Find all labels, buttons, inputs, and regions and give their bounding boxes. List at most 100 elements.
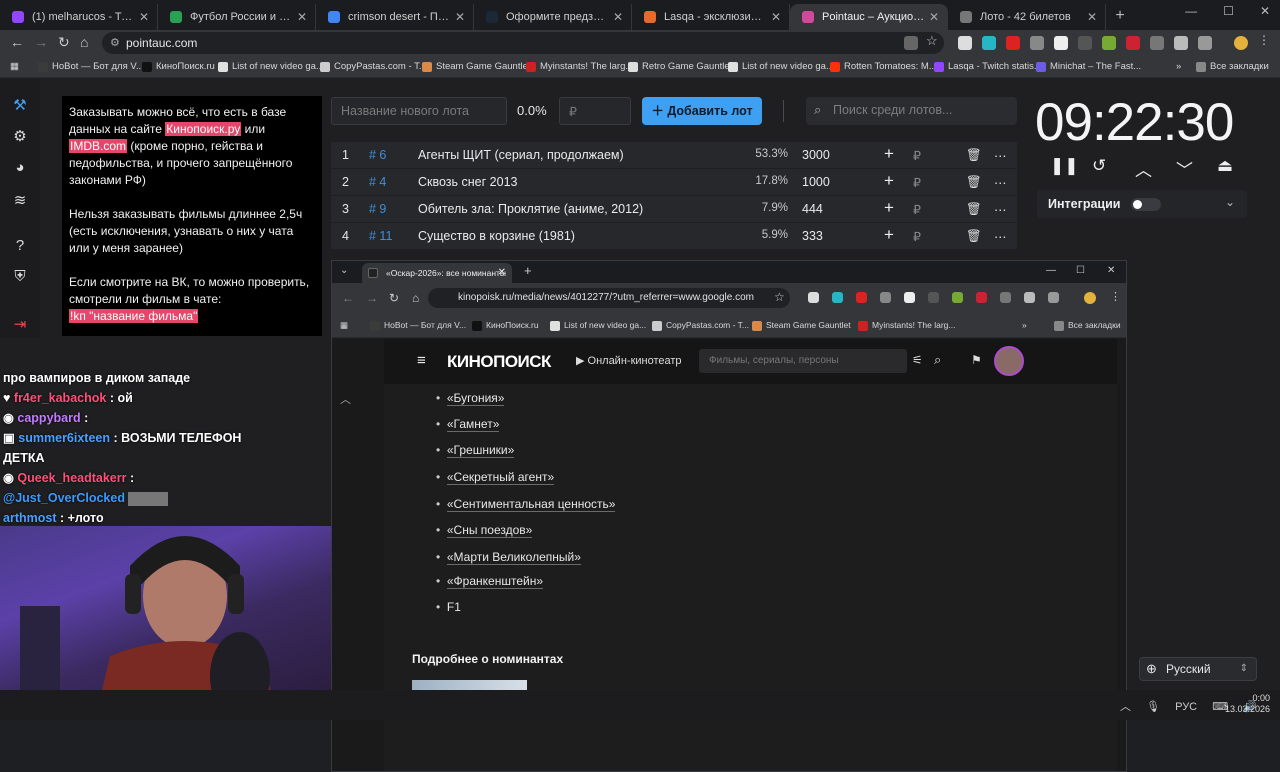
logout-icon[interactable]: ⇥ — [10, 315, 30, 335]
extension-icon[interactable] — [1174, 36, 1188, 50]
extension-icon[interactable] — [1000, 292, 1011, 303]
lot-amount[interactable]: 333 — [802, 229, 823, 243]
extension-icon[interactable] — [1054, 36, 1068, 50]
bookmark-star-icon[interactable]: ☆ — [774, 290, 785, 304]
lot-name[interactable]: Существо в корзине (1981) — [418, 229, 575, 243]
extension-icon[interactable] — [808, 292, 819, 303]
extension-icon[interactable] — [958, 36, 972, 50]
chevron-down-icon[interactable]: ﹀ — [1176, 156, 1193, 181]
trash-icon[interactable]: 🗑 — [966, 148, 982, 163]
extensions-puzzle-icon[interactable] — [1048, 292, 1059, 303]
browser-tab[interactable]: (1) melharucos - Twitch ✕ — [0, 4, 158, 30]
reload-icon[interactable]: ↻ — [58, 34, 70, 51]
mic-icon[interactable]: 🎙 — [1146, 701, 1160, 713]
back-icon[interactable]: ← — [10, 34, 24, 50]
extension-icon[interactable] — [928, 292, 939, 303]
hamburger-icon[interactable]: ≡ — [417, 352, 426, 369]
bookmark-item[interactable]: КиноПоиск.ru — [472, 320, 539, 331]
bookmark-item[interactable]: Lasqa - Twitch statis... — [934, 61, 1042, 72]
nominee-link[interactable]: «Секретный агент» — [446, 470, 555, 485]
settings-icon[interactable]: ⚙ — [10, 127, 30, 147]
extension-icon[interactable] — [1102, 36, 1116, 50]
back-icon[interactable]: ← — [342, 291, 354, 305]
trash-icon[interactable]: 🗑 — [966, 229, 982, 244]
add-amount-icon[interactable]: + — [884, 144, 894, 164]
layers-icon[interactable]: ≋ — [10, 191, 30, 211]
apps-icon[interactable]: ▦ — [10, 61, 19, 72]
extension-icon[interactable] — [1030, 36, 1044, 50]
trash-icon[interactable]: 🗑 — [966, 202, 982, 217]
close-tab-icon[interactable]: ✕ — [1087, 4, 1097, 30]
add-lot-button[interactable]: ＋ Добавить лот — [642, 97, 762, 125]
nominee-link[interactable]: «Гамнет» — [446, 417, 500, 432]
lot-id[interactable]: # 11 — [369, 229, 392, 243]
browser-tab[interactable]: Лото - 42 билетов ✕ — [948, 4, 1106, 30]
extension-icon[interactable] — [904, 292, 915, 303]
browser-tab[interactable]: Lasqa - эксклюзивный контен✕ — [632, 4, 790, 30]
bookmark-item[interactable]: Steam Game Gauntlet — [752, 320, 851, 331]
bookmark-item[interactable]: Myinstants! The larg... — [526, 61, 633, 72]
forward-icon[interactable]: → — [366, 291, 378, 305]
home-icon[interactable]: ⌂ — [80, 34, 88, 50]
close-tab-icon[interactable]: ✕ — [613, 4, 623, 30]
all-bookmarks[interactable]: Все закладки — [1054, 320, 1121, 331]
extension-icon[interactable] — [1078, 36, 1092, 50]
close-tab-icon[interactable]: ✕ — [455, 4, 465, 30]
close-icon[interactable]: ✕ — [1260, 4, 1270, 18]
ruble-input[interactable]: ₽ — [913, 202, 921, 217]
extension-icon[interactable] — [880, 292, 891, 303]
lot-row[interactable]: 1 # 6 Агенты ЩИТ (сериал, продолжаем) 53.3%… — [331, 142, 1017, 169]
minimize-icon[interactable]: — — [1046, 265, 1056, 276]
inner-address-bar[interactable]: kinopoisk.ru/media/news/4012277/?utm_ref… — [428, 288, 790, 308]
nominee-link[interactable]: «Бугония» — [446, 391, 505, 406]
integrations-toggle[interactable] — [1131, 198, 1161, 211]
browser-tab[interactable]: crimson desert - Поиск в Goo✕ — [316, 4, 474, 30]
lot-row[interactable]: 3 # 9 Обитель зла: Проклятие (аниме, 2012)… — [331, 196, 1017, 223]
extension-icon[interactable] — [1024, 292, 1035, 303]
pause-icon[interactable]: ❚❚ — [1050, 156, 1079, 176]
filter-icon[interactable]: ⚟ — [912, 353, 923, 367]
more-icon[interactable]: ⋯ — [994, 148, 1007, 163]
lot-name[interactable]: Обитель зла: Проклятие (аниме, 2012) — [418, 202, 643, 216]
shield-icon[interactable]: ⛨ — [10, 268, 30, 288]
extension-icon[interactable] — [1150, 36, 1164, 50]
address-bar[interactable]: ⚙ pointauc.com — [102, 32, 944, 54]
apps-icon[interactable]: ▦ — [340, 320, 348, 331]
all-bookmarks[interactable]: Все закладки — [1196, 61, 1269, 72]
nominee-link[interactable]: «Марти Великолепный» — [446, 550, 581, 565]
maximize-icon[interactable]: ☐ — [1223, 4, 1234, 18]
more-bookmarks-icon[interactable]: » — [1022, 320, 1027, 330]
lot-row[interactable]: 4 # 11 Существо в корзине (1981) 5.9% 333 + ₽ 🗑… — [331, 223, 1017, 250]
reset-icon[interactable]: ↺ — [1092, 156, 1106, 176]
close-tab-icon[interactable]: ✕ — [929, 4, 939, 30]
profile-avatar[interactable] — [1084, 292, 1096, 304]
close-icon[interactable]: ✕ — [1107, 265, 1115, 276]
close-tab-icon[interactable]: ✕ — [139, 4, 149, 30]
close-tab-icon[interactable]: ✕ — [297, 4, 307, 30]
maximize-icon[interactable]: ☐ — [1076, 265, 1085, 276]
ruble-input[interactable]: ₽ — [913, 229, 921, 244]
chevron-up-icon[interactable]: ︿ — [1135, 156, 1152, 181]
profile-avatar[interactable] — [1234, 36, 1248, 50]
add-amount-icon[interactable]: + — [884, 171, 894, 191]
add-amount-icon[interactable]: + — [884, 198, 894, 218]
ruble-input[interactable]: ₽ — [913, 148, 921, 163]
bookmark-item[interactable]: HoBot — Бот для V... — [370, 320, 466, 331]
bookmark-item[interactable]: Myinstants! The larg... — [858, 320, 955, 331]
kinopoisk-search-input[interactable]: Фильмы, сериалы, персоны — [699, 349, 907, 373]
nominee-link[interactable]: F1 — [447, 600, 461, 614]
browser-tab[interactable]: Оформите предзаказ на Crim✕ — [474, 4, 632, 30]
lot-row[interactable]: 2 # 4 Сквозь снег 2013 17.8% 1000 + ₽ 🗑 ⋯ — [331, 169, 1017, 196]
nominee-link[interactable]: «Грешники» — [446, 443, 515, 458]
extension-icon[interactable] — [1006, 36, 1020, 50]
lot-amount[interactable]: 3000 — [802, 148, 830, 162]
bookmark-item[interactable]: List of new video ga... — [218, 61, 324, 72]
chevron-up-icon[interactable]: ︿ — [1120, 701, 1131, 713]
browser-tab[interactable]: Футбол России и мира 2026 -✕ — [158, 4, 316, 30]
lot-name[interactable]: Агенты ЩИТ (сериал, продолжаем) — [418, 148, 624, 162]
close-tab-icon[interactable]: ✕ — [498, 263, 506, 283]
kinopoisk-link[interactable]: Кинопоиск.ру — [165, 122, 242, 136]
extension-icon[interactable] — [1126, 36, 1140, 50]
integrations-panel[interactable]: Интеграции ⌄ — [1037, 190, 1247, 218]
bookmark-item[interactable]: КиноПоиск.ru — [142, 61, 215, 72]
